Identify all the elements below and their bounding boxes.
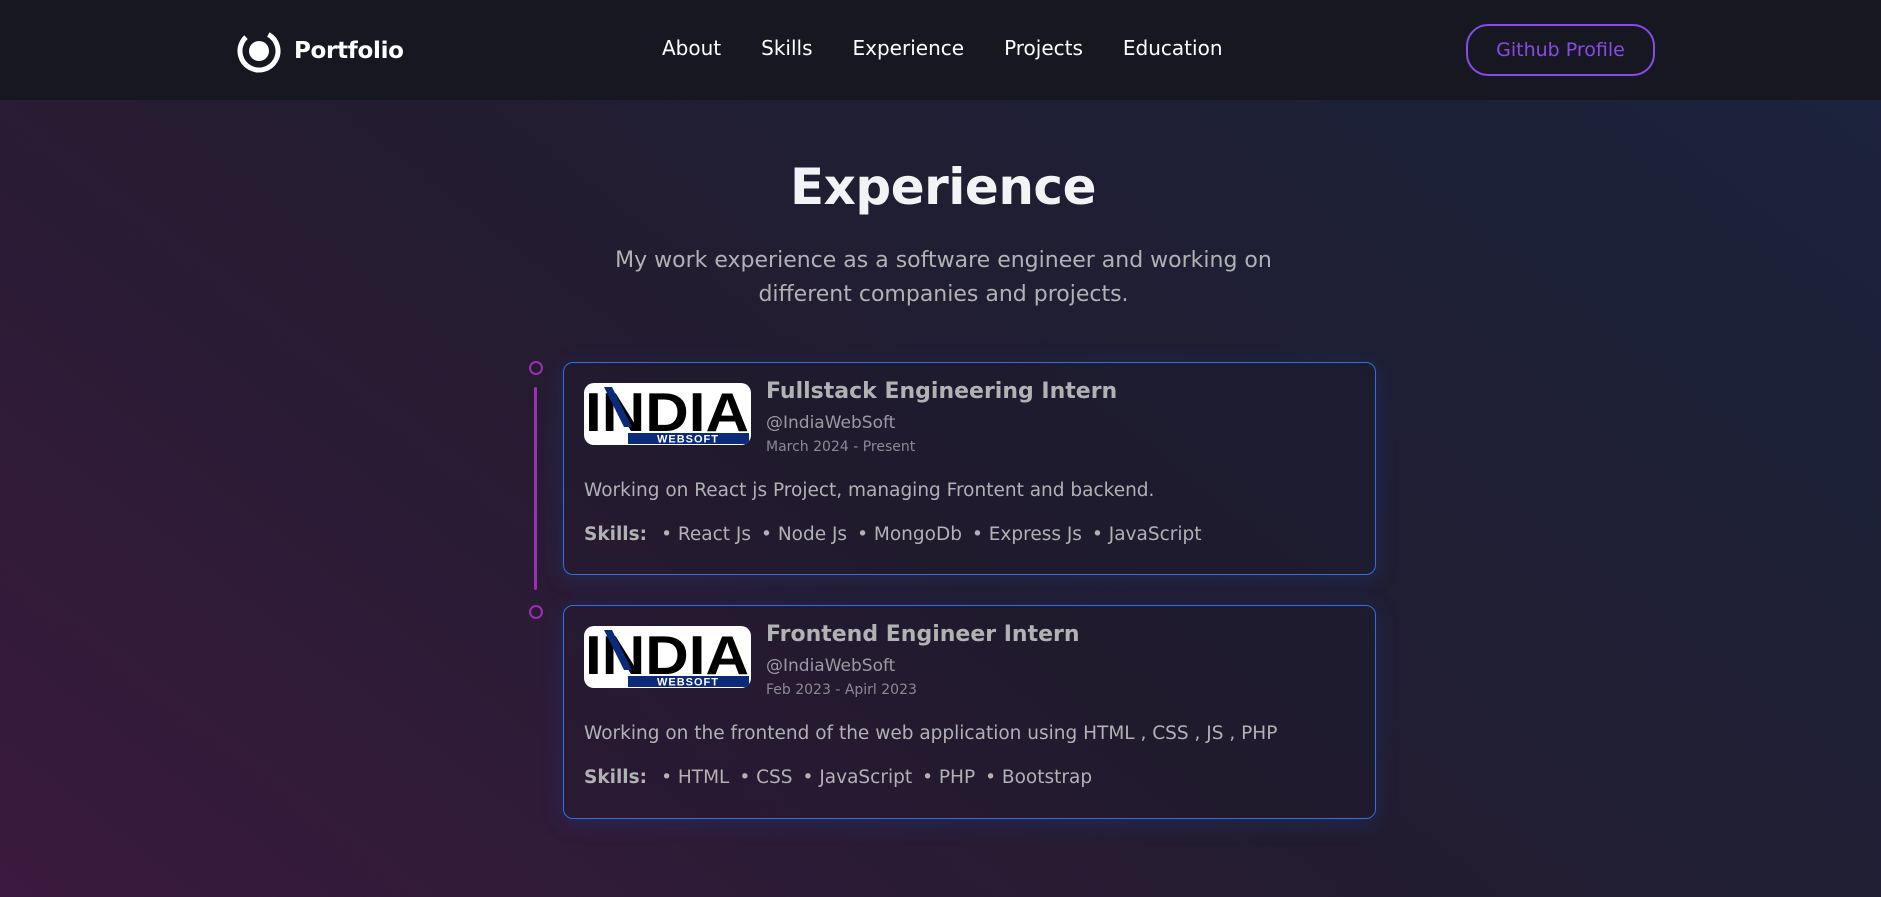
nav-links: About Skills Experience Projects Educati…: [662, 36, 1263, 60]
svg-text:WEBSOFT: WEBSOFT: [657, 434, 719, 446]
nav-link-about[interactable]: About: [662, 36, 721, 60]
nav-link-education[interactable]: Education: [1123, 36, 1223, 60]
nav-link-experience[interactable]: Experience: [853, 36, 965, 60]
brand-name: Portfolio: [294, 38, 404, 64]
section-description-line-2: different companies and projects.: [758, 282, 1129, 307]
skill-item: • JavaScript: [802, 767, 913, 788]
experience-card: INDIA WEBSOFT Frontend Engineer Intern @…: [563, 605, 1376, 819]
company-logo: INDIA WEBSOFT: [584, 626, 751, 688]
skills-label: Skills:: [584, 524, 648, 545]
skill-item: • PHP: [922, 767, 976, 788]
skill-item: • JavaScript: [1091, 524, 1202, 545]
nav-link-projects[interactable]: Projects: [1004, 36, 1083, 60]
company-name: @IndiaWebSoft: [766, 656, 896, 676]
job-role: Fullstack Engineering Intern: [766, 379, 1118, 404]
timeline-connector: [534, 387, 537, 590]
section-description-line-1: My work experience as a software enginee…: [615, 248, 1272, 273]
skill-item: • HTML: [661, 767, 730, 788]
skills-list: Skills: • React Js • Node Js • MongoDb •…: [584, 524, 1212, 545]
timeline-dot: [529, 361, 543, 375]
company-logo: INDIA WEBSOFT: [584, 383, 751, 445]
experience-card: INDIA WEBSOFT Fullstack Engineering Inte…: [563, 362, 1376, 575]
skill-item: • Bootstrap: [985, 767, 1093, 788]
section-description: My work experience as a software enginee…: [590, 244, 1297, 312]
timeline-dot: [529, 605, 543, 619]
job-role: Frontend Engineer Intern: [766, 622, 1080, 647]
skill-item: • Express Js: [971, 524, 1082, 545]
brand-logo[interactable]: Portfolio: [237, 29, 404, 73]
job-date: March 2024 - Present: [766, 439, 916, 455]
skill-item: • MongoDb: [857, 524, 962, 545]
skill-item: • CSS: [739, 767, 793, 788]
skills-label: Skills:: [584, 767, 648, 788]
github-profile-button[interactable]: Github Profile: [1466, 24, 1655, 76]
navbar: Portfolio About Skills Experience Projec…: [0, 0, 1881, 100]
logo-icon: [237, 29, 281, 73]
company-name: @IndiaWebSoft: [766, 413, 896, 433]
job-description: Working on the frontend of the web appli…: [584, 723, 1278, 744]
job-description: Working on React js Project, managing Fr…: [584, 480, 1155, 501]
job-date: Feb 2023 - Apirl 2023: [766, 682, 917, 698]
section-title: Experience: [790, 158, 1096, 216]
nav-link-skills[interactable]: Skills: [761, 36, 812, 60]
skill-item: • React Js: [661, 524, 752, 545]
skill-item: • Node Js: [761, 524, 848, 545]
skills-list: Skills: • HTML • CSS • JavaScript • PHP …: [584, 767, 1102, 788]
svg-text:WEBSOFT: WEBSOFT: [657, 677, 719, 689]
